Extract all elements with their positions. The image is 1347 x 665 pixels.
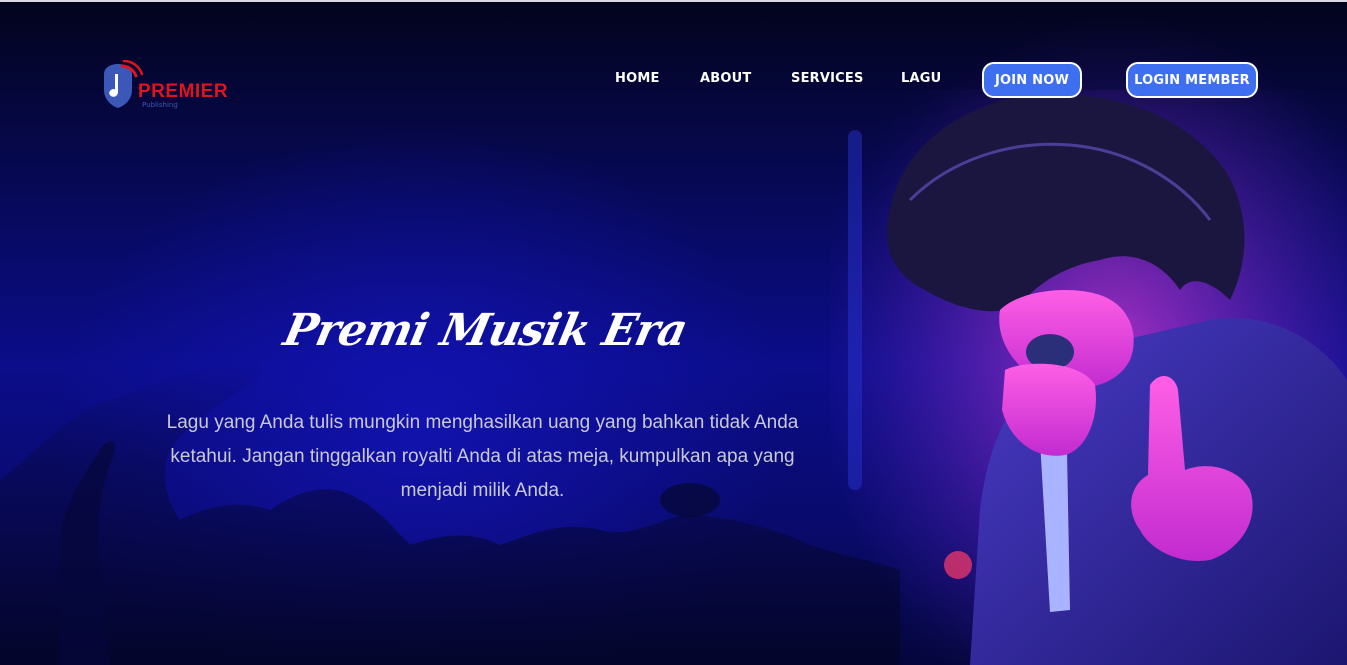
nav-link-about[interactable]: ABOUT: [700, 71, 751, 86]
hero-title: Premi Musik Era: [279, 305, 692, 356]
brand-tagline: Publishing: [142, 101, 178, 109]
login-member-button[interactable]: LOGIN MEMBER: [1126, 62, 1258, 98]
top-border: [0, 0, 1347, 2]
hero-section: PREMIER Publishing HOME ABOUT SERVICES L…: [0, 0, 1347, 665]
nav-link-services[interactable]: SERVICES: [791, 71, 864, 86]
join-now-button[interactable]: JOIN NOW: [982, 62, 1082, 98]
singer-photo-image: [830, 90, 1347, 665]
hero-description: Lagu yang Anda tulis mungkin menghasilka…: [166, 412, 799, 501]
nav-link-lagu[interactable]: LAGU: [901, 71, 941, 86]
main-navigation: HOME ABOUT SERVICES LAGU JOIN NOW LOGIN …: [0, 62, 1347, 98]
nav-link-home[interactable]: HOME: [615, 71, 660, 86]
